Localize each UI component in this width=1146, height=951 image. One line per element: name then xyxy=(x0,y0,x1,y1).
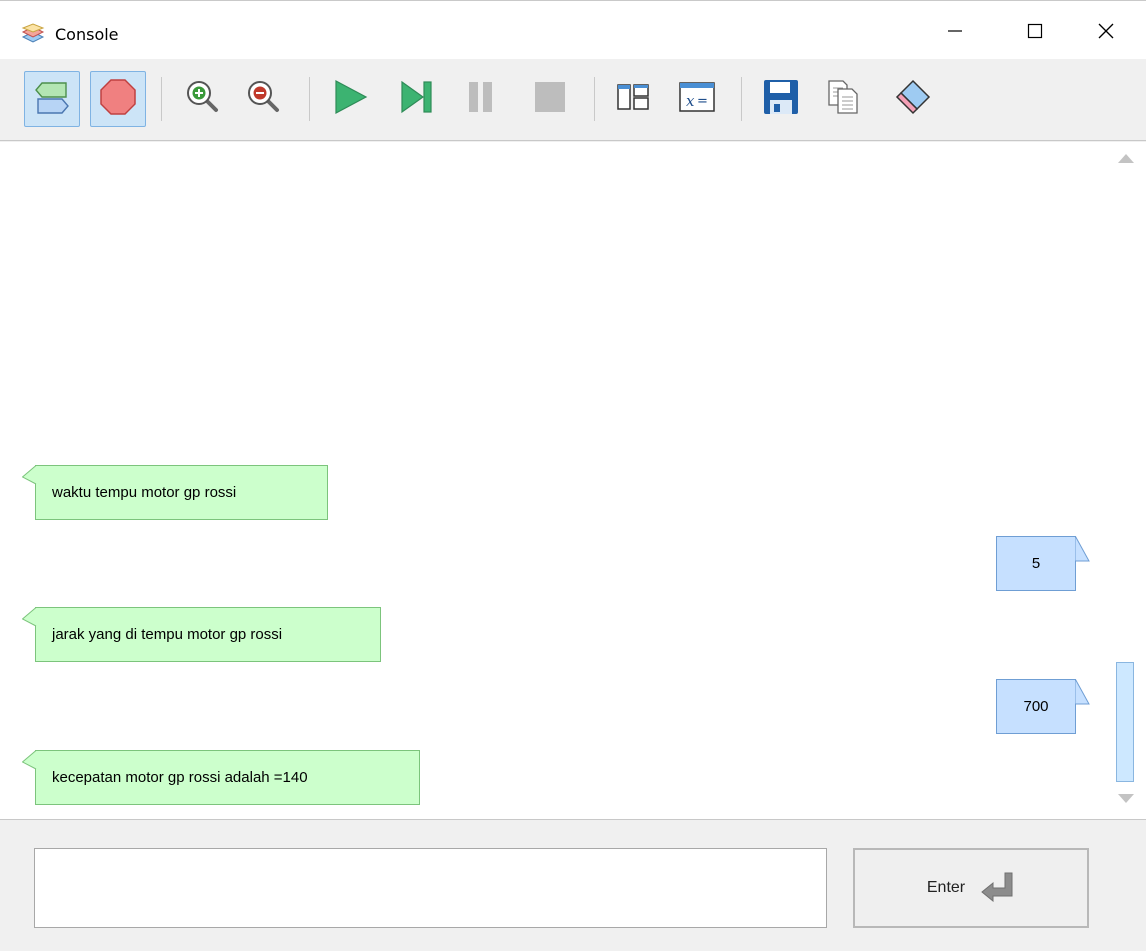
step-icon xyxy=(396,77,436,122)
window-title: Console xyxy=(55,25,119,44)
step-button[interactable] xyxy=(388,71,444,127)
clear-button[interactable] xyxy=(885,71,941,127)
scroll-up-arrow-icon[interactable] xyxy=(1118,154,1134,163)
floppy-disk-icon xyxy=(762,78,800,121)
variables-button[interactable]: x = xyxy=(669,71,725,127)
minimize-button[interactable] xyxy=(932,10,978,56)
stop-icon xyxy=(530,77,570,122)
message-text: 700 xyxy=(1023,698,1049,715)
input-message: 5 xyxy=(996,536,1076,591)
pause-icon xyxy=(460,77,500,122)
title-bar: Console xyxy=(0,1,1146,59)
toggle-io-view-button[interactable] xyxy=(24,71,80,127)
io-shapes-icon xyxy=(32,77,72,122)
maximize-button[interactable] xyxy=(1012,10,1058,56)
copy-icon xyxy=(825,79,861,120)
output-bubble-tail xyxy=(22,607,37,627)
message-text: 5 xyxy=(1031,555,1041,572)
stop-button[interactable] xyxy=(522,71,578,127)
maximize-icon xyxy=(1027,23,1043,44)
input-bubble-tail xyxy=(1075,679,1090,705)
pause-button[interactable] xyxy=(452,71,508,127)
enter-button-label: Enter xyxy=(926,879,966,896)
run-button[interactable] xyxy=(322,71,378,127)
stop-sign-button[interactable] xyxy=(90,71,146,127)
output-bubble-tail xyxy=(22,750,37,770)
enter-button[interactable]: Enter xyxy=(853,848,1089,928)
message-text: waktu tempu motor gp rossi xyxy=(52,484,237,501)
close-button[interactable] xyxy=(1083,10,1129,56)
input-bar: Enter xyxy=(0,819,1146,951)
scrollbar-thumb[interactable] xyxy=(1116,662,1134,782)
output-bubble-tail xyxy=(22,465,37,485)
eraser-icon xyxy=(893,77,933,122)
output-message: jarak yang di tempu motor gp rossi xyxy=(35,607,381,662)
console-input-field[interactable] xyxy=(34,848,827,928)
input-message: 700 xyxy=(996,679,1076,734)
message-text: kecepatan motor gp rossi adalah =140 xyxy=(52,769,308,786)
input-bubble-tail xyxy=(1075,536,1090,562)
message-text: jarak yang di tempu motor gp rossi xyxy=(52,626,283,643)
scroll-down-arrow-icon[interactable] xyxy=(1118,794,1134,803)
play-icon xyxy=(330,77,370,122)
minimize-icon xyxy=(947,23,963,44)
copy-button[interactable] xyxy=(815,71,871,127)
layout-panels-icon xyxy=(615,79,651,120)
svg-text:=: = xyxy=(697,94,708,109)
zoom-in-icon xyxy=(185,79,221,120)
zoom-in-button[interactable] xyxy=(175,71,231,127)
vertical-scrollbar[interactable] xyxy=(1106,142,1146,819)
toolbar: x = xyxy=(0,59,1146,141)
variables-x-icon: x = xyxy=(678,79,716,120)
console-layers-icon xyxy=(21,23,45,45)
console-output-area: waktu tempu motor gp rossi 5 jarak yang … xyxy=(0,142,1106,819)
zoom-out-icon xyxy=(246,79,282,120)
save-button[interactable] xyxy=(753,71,809,127)
close-icon xyxy=(1097,22,1115,45)
output-message: waktu tempu motor gp rossi xyxy=(35,465,328,520)
enter-return-icon xyxy=(979,870,1015,907)
zoom-out-button[interactable] xyxy=(236,71,292,127)
stop-octagon-icon xyxy=(98,77,138,122)
layout-button[interactable] xyxy=(605,71,661,127)
console-window: Console x = waktu tempu motor gp rossi 5… xyxy=(0,0,1146,951)
svg-text:x: x xyxy=(686,92,695,110)
output-message: kecepatan motor gp rossi adalah =140 xyxy=(35,750,420,805)
